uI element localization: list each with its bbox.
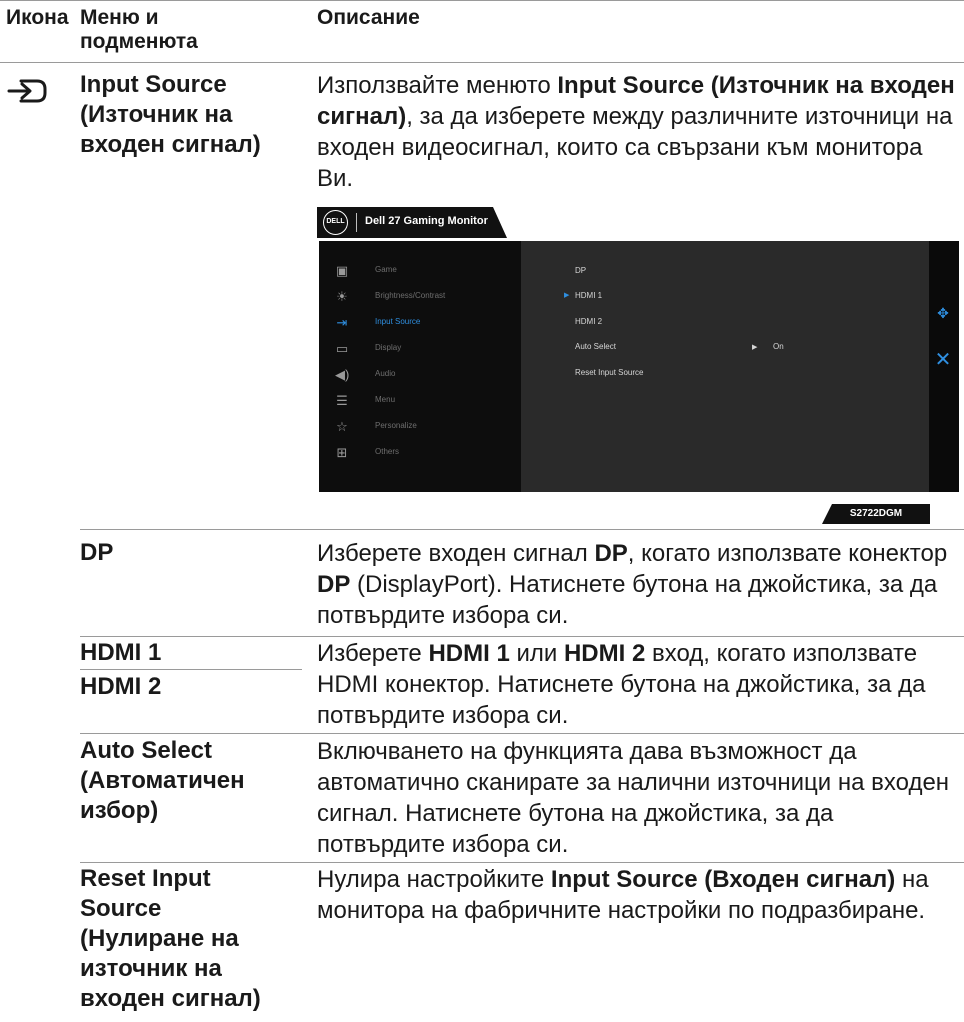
osd-menu-label: Game	[375, 265, 397, 274]
row-rule	[80, 862, 964, 863]
osd-menu-brightness-contrast[interactable]: ☀ Brightness/Contrast	[335, 289, 521, 309]
header-menu-line2: подменюта	[80, 30, 198, 53]
desc-text: (DisplayPort). Натиснете бутона на джойс…	[317, 571, 938, 629]
reset-title-line4: източник на	[80, 955, 222, 982]
desc-bold: DP	[594, 540, 628, 567]
osd-menu-display[interactable]: ▭ Display	[335, 341, 521, 361]
row-rule	[80, 669, 302, 670]
osd-menu-label: Menu	[375, 395, 396, 404]
osd-menu-label: Personalize	[375, 421, 417, 430]
reset-title-line2: Source	[80, 895, 162, 922]
submenu-dp[interactable]: DP	[575, 266, 586, 275]
input-source-title-line2: (Източник на	[80, 101, 233, 128]
desc-text: или	[509, 640, 564, 667]
osd-menu-menu[interactable]: ☰ Menu	[335, 393, 521, 413]
reset-input-source-description: Нулира настройките Input Source (Входен …	[317, 864, 957, 926]
personalize-icon: ☆	[336, 419, 348, 434]
value-arrow-icon: ▶	[752, 344, 758, 351]
osd-menu-label: Brightness/Contrast	[375, 291, 446, 300]
osd-menu-input-source[interactable]: ⇥ Input Source	[335, 315, 521, 335]
model-name: S2722DGM	[849, 508, 903, 519]
desc-bold: HDMI 1	[428, 640, 510, 667]
auto-select-description: Включването на функцията дава възможност…	[317, 738, 950, 858]
model-badge: S2722DGM	[822, 504, 930, 524]
input-source-title: Input Source (Източник на входен сигнал)	[80, 70, 302, 160]
audio-icon: ◀)	[335, 367, 350, 382]
osd-main-menu: ▣ Game ☀ Brightness/Contrast ⇥ Input Sou…	[319, 241, 521, 492]
tab-separator	[356, 213, 357, 232]
close-icon[interactable]: ✕	[928, 345, 958, 375]
osd-panel: ▣ Game ☀ Brightness/Contrast ⇥ Input Sou…	[319, 241, 959, 492]
selected-arrow-icon: ▶	[564, 292, 570, 299]
osd-menu-label: Others	[375, 447, 400, 456]
table-top-rule	[0, 0, 964, 1]
game-icon: ▣	[335, 263, 349, 278]
desc-bold: DP	[317, 571, 351, 598]
reset-input-source-title: Reset Input Source (Нулиране на източник…	[80, 864, 302, 1014]
hdmi-description: Изберете HDMI 1 или HDMI 2 вход, когато …	[317, 638, 957, 731]
osd-menu-audio[interactable]: ◀) Audio	[335, 367, 521, 387]
display-icon: ▭	[335, 341, 349, 356]
reset-title-line3: (Нулиране на	[80, 925, 239, 952]
brightness-icon: ☀	[336, 289, 348, 304]
submenu-hdmi1[interactable]: HDMI 1	[575, 291, 602, 300]
desc-text: Нулира настройките	[317, 866, 551, 893]
submenu-auto-select[interactable]: Auto Select	[575, 342, 616, 351]
osd-menu-label: Input Source	[375, 317, 421, 326]
hdmi2-title: HDMI 2	[80, 673, 162, 700]
desc-text: , когато използвате конектор	[627, 540, 948, 567]
osd-menu-label: Audio	[375, 369, 396, 378]
desc-text: Изберете	[317, 640, 429, 667]
input-source-icon	[7, 79, 47, 103]
osd-menu-personalize[interactable]: ☆ Personalize	[335, 419, 521, 439]
row-rule	[80, 636, 964, 637]
input-source-title-line1: Input Source	[80, 71, 227, 98]
osd-menu-others[interactable]: ⊞ Others	[335, 445, 521, 465]
input-source-description: Използвайте менюто Input Source (Източни…	[317, 70, 957, 194]
dell-logo: DELL	[323, 210, 348, 235]
dp-title: DP	[80, 539, 114, 566]
osd-title-tab: DELL Dell 27 Gaming Monitor	[317, 207, 507, 238]
desc-text: Изберете входен сигнал	[317, 540, 595, 567]
osd-menu-game[interactable]: ▣ Game	[335, 263, 521, 283]
desc-text: Използвайте менюто	[317, 72, 558, 99]
auto-select-title-line3: избор)	[80, 797, 159, 824]
submenu-reset-input-source[interactable]: Reset Input Source	[575, 368, 643, 377]
input-source-title-line3: входен сигнал)	[80, 131, 261, 158]
others-icon: ⊞	[336, 445, 348, 460]
osd-menu-label: Display	[375, 343, 402, 352]
input-source-icon: ⇥	[336, 315, 348, 330]
reset-title-line1: Reset Input	[80, 865, 211, 892]
auto-select-title-line1: Auto Select	[80, 737, 213, 764]
reset-title-line5: входен сигнал)	[80, 985, 261, 1012]
header-icon-column: Икона	[6, 6, 69, 29]
auto-select-title: Auto Select (Автоматичен избор)	[80, 736, 302, 826]
header-menu-line1: Меню и	[80, 6, 159, 29]
desc-text: , за да изберете между различните източн…	[317, 103, 953, 192]
submenu-hdmi2[interactable]: HDMI 2	[575, 317, 602, 326]
auto-select-title-line2: (Автоматичен	[80, 767, 245, 794]
desc-bold: HDMI 2	[563, 640, 646, 667]
submenu-auto-select-value: On	[773, 342, 784, 351]
row-rule	[80, 529, 964, 530]
header-rule	[0, 62, 964, 63]
hdmi1-title: HDMI 1	[80, 639, 162, 666]
osd-submenu	[521, 241, 929, 492]
header-description-column: Описание	[317, 6, 420, 29]
osd-tab-title: Dell 27 Gaming Monitor	[365, 215, 488, 227]
desc-bold: Input Source (Входен сигнал)	[550, 866, 896, 893]
header-menu-column: Меню и подменюта	[80, 6, 198, 54]
menu-icon: ☰	[336, 393, 348, 408]
dp-description: Изберете входен сигнал DP, когато използ…	[317, 538, 957, 631]
joystick-icon[interactable]: ✥	[928, 298, 958, 328]
row-rule	[80, 733, 964, 734]
